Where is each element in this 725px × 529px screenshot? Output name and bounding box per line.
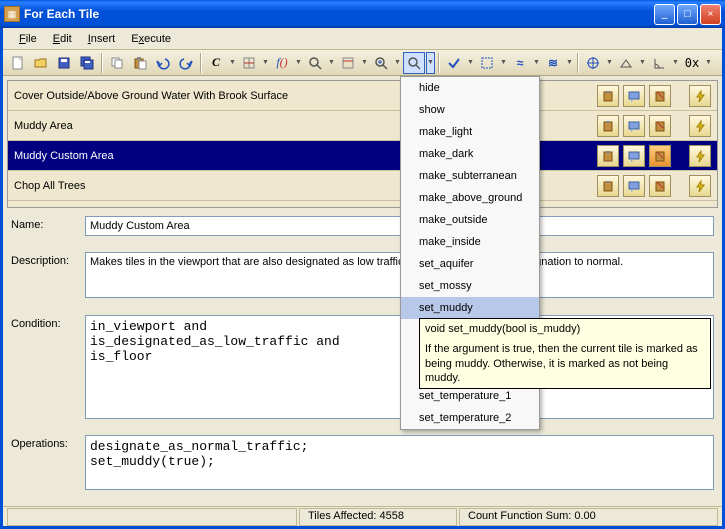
target-dropdown[interactable]: ▼ (605, 52, 614, 74)
target-icon[interactable] (582, 52, 604, 74)
menu-file[interactable]: File (11, 31, 45, 47)
fx-icon[interactable]: f() (271, 52, 293, 74)
constant-dropdown[interactable]: ▼ (360, 52, 369, 74)
close-button[interactable]: × (700, 4, 721, 25)
list-row[interactable]: Chop All Trees (8, 171, 717, 201)
chat-icon[interactable] (623, 145, 645, 167)
name-label: Name: (11, 216, 79, 231)
tilde-eq-dropdown[interactable]: ▼ (565, 52, 574, 74)
menubar: File Edit Insert Execute (3, 28, 722, 50)
dropdown-item[interactable]: set_aquifer (401, 253, 539, 275)
dropdown-item[interactable]: set_mossy (401, 275, 539, 297)
dropdown-item[interactable]: make_outside (401, 209, 539, 231)
saveall-icon[interactable] (76, 52, 98, 74)
tilde-eq-icon[interactable]: ≋ (542, 52, 564, 74)
menu-execute[interactable]: Execute (123, 31, 179, 47)
flag-icon[interactable] (649, 175, 671, 197)
copy-icon[interactable] (106, 52, 128, 74)
dropdown-item[interactable]: make_dark (401, 143, 539, 165)
titlebar: ▦ For Each Tile _ □ × (0, 0, 725, 28)
clipboard-icon[interactable] (597, 85, 619, 107)
chat-icon[interactable] (623, 175, 645, 197)
insert-row-icon[interactable] (238, 52, 260, 74)
insert-row-dropdown[interactable]: ▼ (261, 52, 270, 74)
list-row[interactable]: Cover Outside/Above Ground Water With Br… (8, 81, 717, 111)
dropdown-item[interactable]: make_above_ground (401, 187, 539, 209)
clipboard-icon[interactable] (597, 145, 619, 167)
tile-list: Cover Outside/Above Ground Water With Br… (7, 80, 718, 208)
app-icon: ▦ (4, 6, 20, 22)
lightning-icon[interactable] (689, 175, 711, 197)
magnify-dropdown[interactable]: ▼ (327, 52, 336, 74)
lightning-icon[interactable] (689, 115, 711, 137)
flag-icon[interactable] (649, 115, 671, 137)
tooltip-body: If the argument is true, then the curren… (425, 342, 705, 385)
lightning-icon[interactable] (689, 145, 711, 167)
tilde-dropdown[interactable]: ▼ (532, 52, 541, 74)
dropdown-item[interactable]: set_temperature_2 (401, 407, 539, 429)
zoom-plus-icon[interactable] (370, 52, 392, 74)
lightning-icon[interactable] (689, 85, 711, 107)
zoom-plus-dropdown[interactable]: ▼ (393, 52, 402, 74)
dropdown-item[interactable]: make_light (401, 121, 539, 143)
slope-dropdown[interactable]: ▼ (638, 52, 647, 74)
magnify2-icon[interactable] (403, 52, 425, 74)
maximize-button[interactable]: □ (677, 4, 698, 25)
constant-icon[interactable] (337, 52, 359, 74)
flag-icon[interactable] (649, 145, 671, 167)
region-dropdown[interactable]: ▼ (499, 52, 508, 74)
dropdown-item[interactable]: make_inside (401, 231, 539, 253)
condition-label: Condition: (11, 315, 79, 330)
status-count: Count Function Sum: 0.00 (459, 508, 718, 526)
dropdown-item[interactable]: make_subterranean (401, 165, 539, 187)
minimize-button[interactable]: _ (654, 4, 675, 25)
dropdown-item[interactable]: hide (401, 77, 539, 99)
list-row[interactable]: Muddy Area (8, 111, 717, 141)
angle-dropdown[interactable]: ▼ (671, 52, 680, 74)
new-icon[interactable] (7, 52, 29, 74)
hex-icon[interactable]: 0x (681, 52, 703, 74)
slope-icon[interactable] (615, 52, 637, 74)
flag-icon[interactable] (649, 85, 671, 107)
angle-icon[interactable] (648, 52, 670, 74)
chat-icon[interactable] (623, 115, 645, 137)
operations-label: Operations: (11, 435, 79, 450)
check-icon[interactable] (443, 52, 465, 74)
clipboard-icon[interactable] (597, 115, 619, 137)
tooltip: void set_muddy(bool is_muddy) If the arg… (419, 318, 711, 389)
status-tiles: Tiles Affected: 4558 (299, 508, 457, 526)
region-icon[interactable] (476, 52, 498, 74)
status-empty (7, 508, 297, 526)
tilde-icon[interactable]: ≈ (509, 52, 531, 74)
chat-icon[interactable] (623, 85, 645, 107)
undo-icon[interactable] (152, 52, 174, 74)
redo-icon[interactable] (175, 52, 197, 74)
paste-icon[interactable] (129, 52, 151, 74)
description-label: Description: (11, 252, 79, 267)
check-dropdown[interactable]: ▼ (466, 52, 475, 74)
statusbar: Tiles Affected: 4558 Count Function Sum:… (3, 506, 722, 526)
clipboard-icon[interactable] (597, 175, 619, 197)
dropdown-item[interactable]: show (401, 99, 539, 121)
menu-insert[interactable]: Insert (80, 31, 124, 47)
toolbar: C ▼ ▼ f() ▼ ▼ ▼ ▼ ▼ ▼ ▼ ≈ ▼ ≋ ▼ ▼ ▼ ▼ 0x… (3, 50, 722, 76)
dropdown-item[interactable]: set_muddy (401, 297, 539, 319)
open-icon[interactable] (30, 52, 52, 74)
tooltip-signature: void set_muddy(bool is_muddy) (425, 322, 705, 336)
c-dropdown[interactable]: ▼ (228, 52, 237, 74)
list-row[interactable]: Muddy Custom Area (8, 141, 717, 171)
window-content: File Edit Insert Execute C ▼ ▼ f() ▼ ▼ ▼… (0, 28, 725, 529)
c-icon[interactable]: C (205, 52, 227, 74)
hex-dropdown[interactable]: ▼ (704, 52, 713, 74)
magnify-icon[interactable] (304, 52, 326, 74)
magnify2-dropdown[interactable]: ▼ (426, 52, 435, 74)
menu-edit[interactable]: Edit (45, 31, 80, 47)
fx-dropdown[interactable]: ▼ (294, 52, 303, 74)
save-icon[interactable] (53, 52, 75, 74)
window-title: For Each Tile (24, 7, 652, 21)
operations-input[interactable] (85, 435, 714, 490)
